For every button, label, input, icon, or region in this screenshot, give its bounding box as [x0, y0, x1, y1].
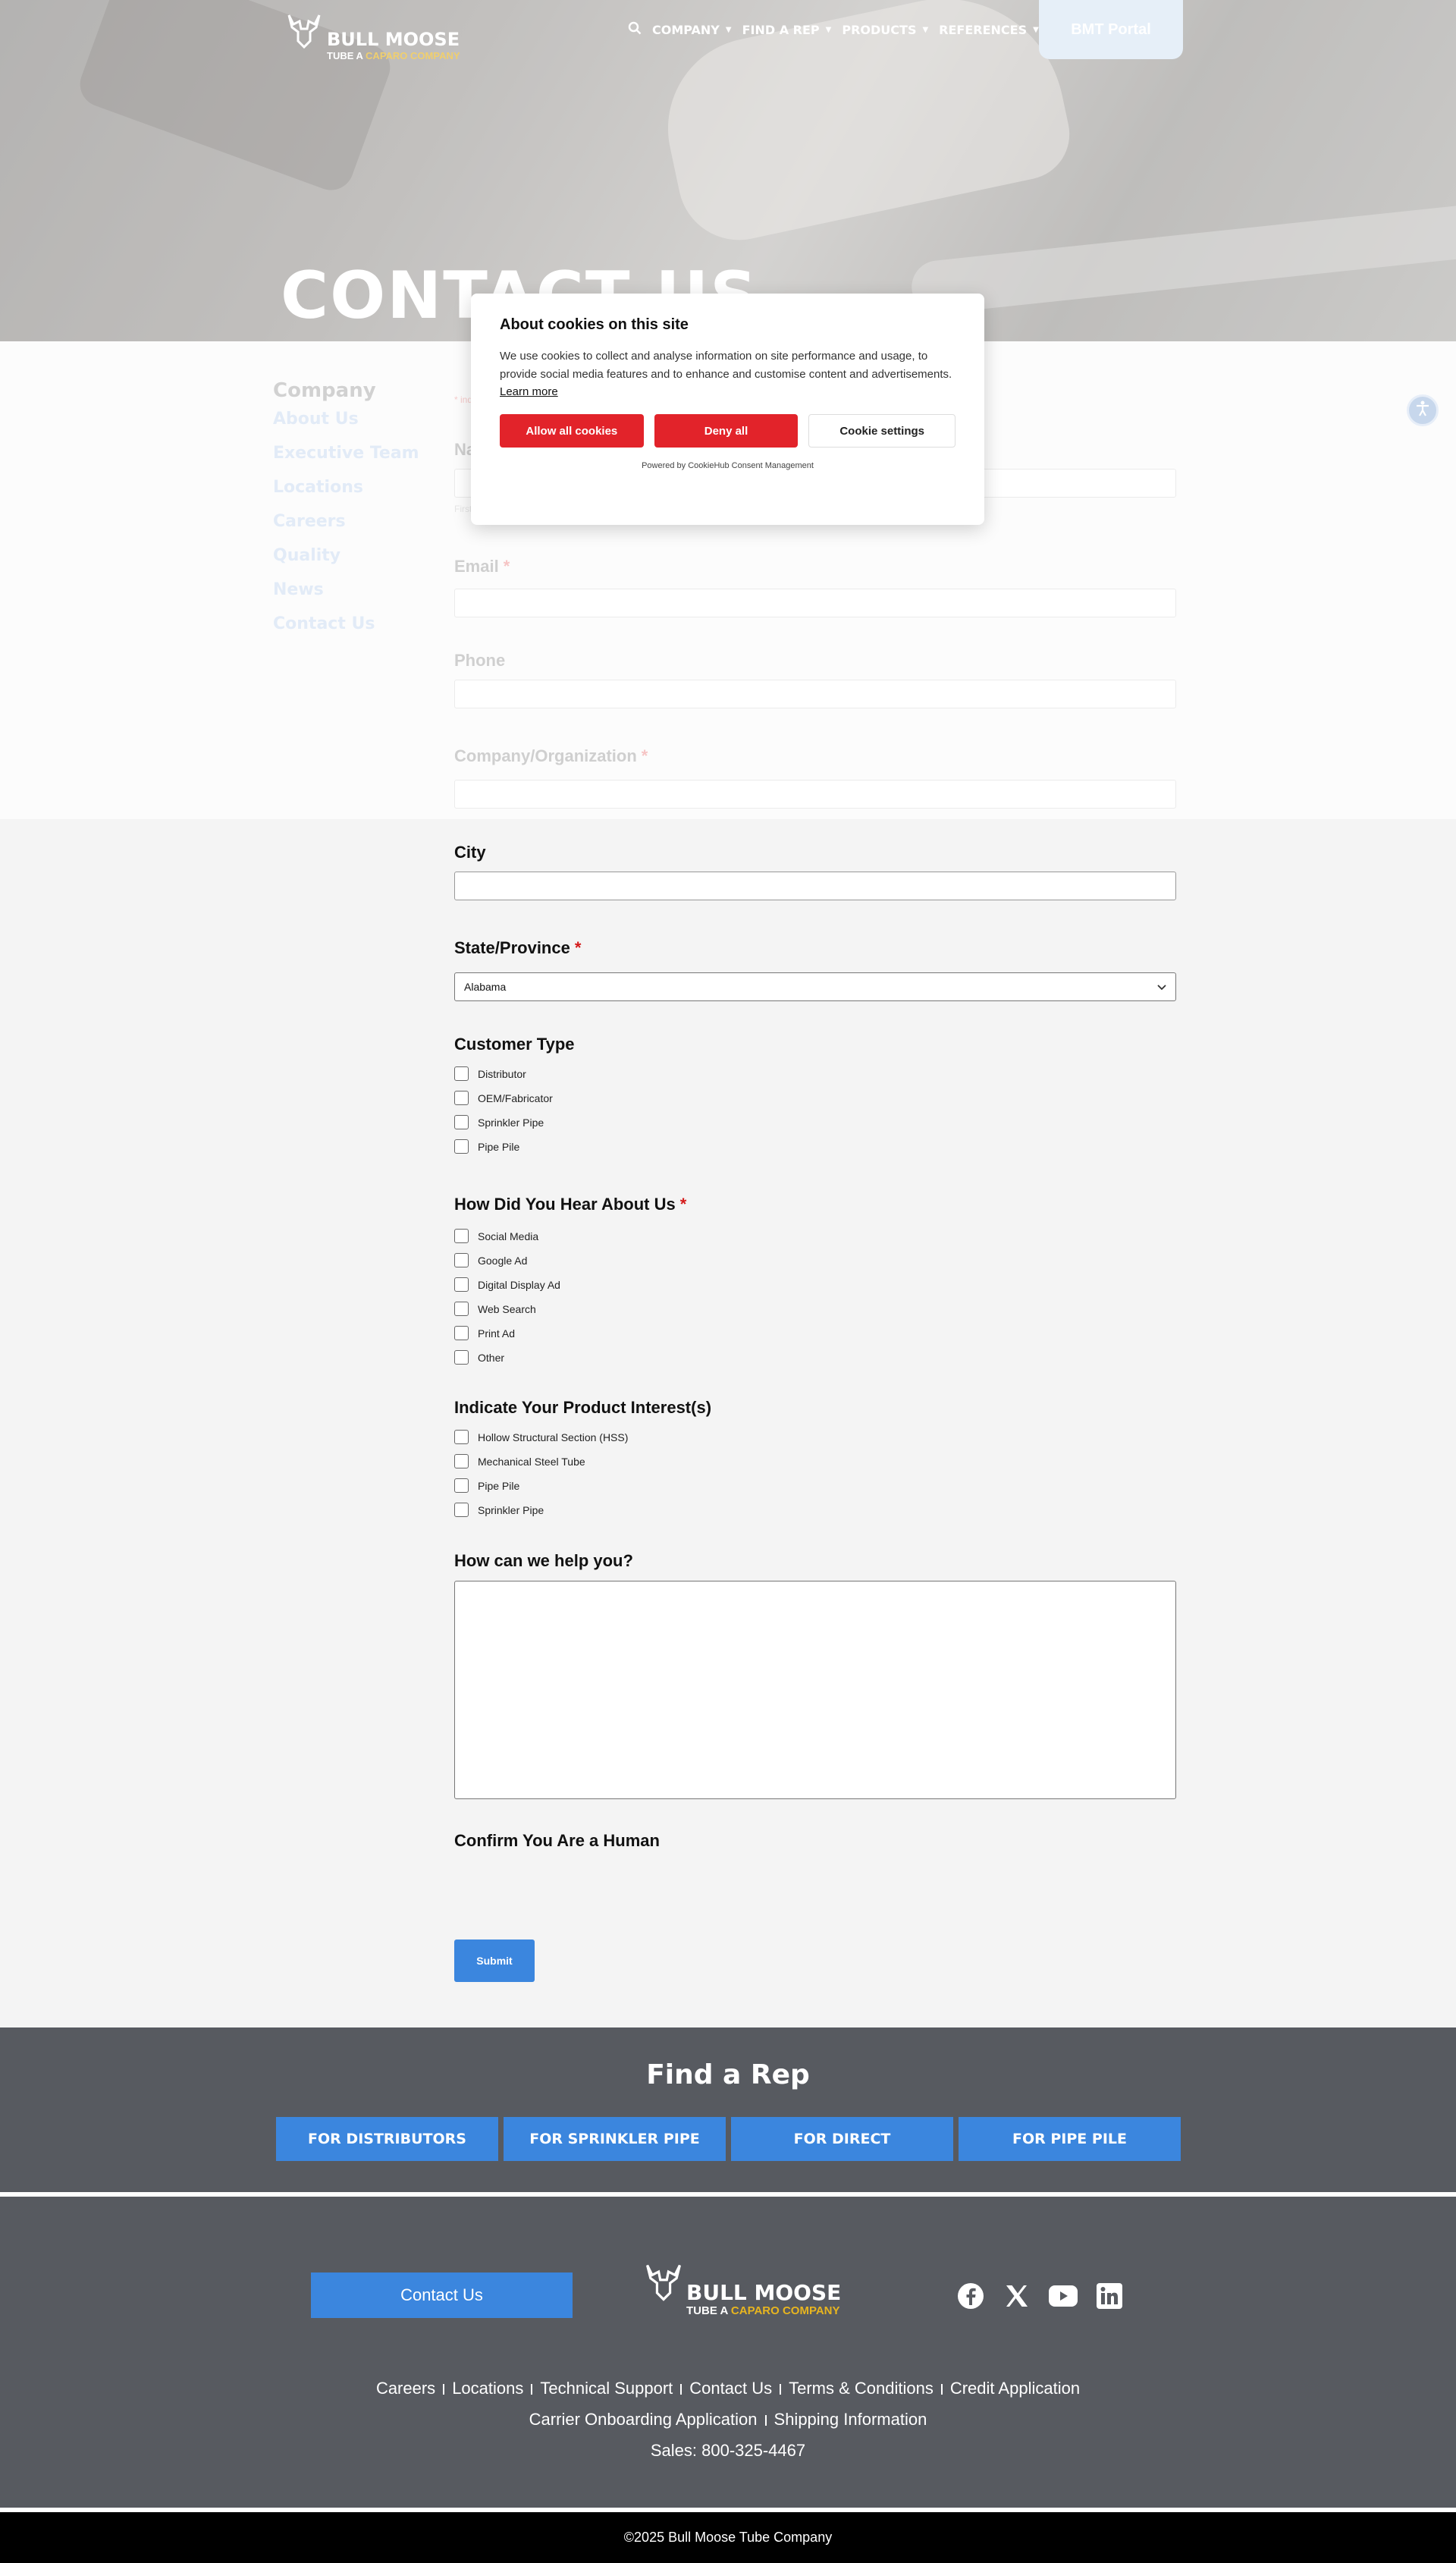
- cookie-consent-dialog: About cookies on this site We use cookie…: [471, 294, 984, 525]
- site-footer: Contact Us BULL MOOSE TUBE A CAPARO COMP…: [0, 2197, 1456, 2508]
- hear-about-label: How Did You Hear About Us *: [454, 1195, 687, 1214]
- copyright-text: ©2025 Bull Moose Tube Company: [623, 2530, 833, 2545]
- checkbox[interactable]: [454, 1229, 469, 1243]
- checkbox-web-search[interactable]: Web Search: [454, 1302, 536, 1316]
- cookie-learn-more-link[interactable]: Learn more: [500, 385, 558, 398]
- cookie-settings-button[interactable]: Cookie settings: [808, 414, 956, 448]
- checkbox-sprinkler-pipe-product[interactable]: Sprinkler Pipe: [454, 1503, 544, 1517]
- city-label: City: [454, 843, 486, 862]
- checkbox-hss[interactable]: Hollow Structural Section (HSS): [454, 1430, 628, 1444]
- checkbox-google-ad[interactable]: Google Ad: [454, 1253, 527, 1267]
- checkbox-pipe-pile[interactable]: Pipe Pile: [454, 1139, 519, 1154]
- footer-links-row-2: Carrier Onboarding Application Shipping I…: [0, 2410, 1456, 2430]
- submit-button[interactable]: Submit: [454, 1940, 535, 1982]
- checkbox-sprinkler-pipe[interactable]: Sprinkler Pipe: [454, 1115, 544, 1129]
- cookie-powered-by: Powered by CookieHub Consent Management: [642, 461, 814, 470]
- x-twitter-icon[interactable]: [1003, 2282, 1031, 2310]
- moose-icon: [646, 2264, 681, 2301]
- product-interest-label: Indicate Your Product Interest(s): [454, 1398, 712, 1417]
- checkbox[interactable]: [454, 1302, 469, 1316]
- for-distributors-button[interactable]: FOR DISTRIBUTORS: [276, 2117, 498, 2161]
- checkbox[interactable]: [454, 1066, 469, 1081]
- for-pipe-pile-button[interactable]: FOR PIPE PILE: [959, 2117, 1181, 2161]
- human-verification-label: Confirm You Are a Human: [454, 1831, 660, 1850]
- copyright-bar: ©2025 Bull Moose Tube Company: [0, 2512, 1456, 2563]
- facebook-icon[interactable]: [956, 2282, 985, 2310]
- footer-link-locations[interactable]: Locations: [452, 2379, 523, 2398]
- footer-links-row-1: Careers Locations Technical Support Contact…: [0, 2379, 1456, 2398]
- checkbox-print-ad[interactable]: Print Ad: [454, 1326, 515, 1340]
- footer-link-carrier-onboarding[interactable]: Carrier Onboarding Application: [529, 2410, 758, 2429]
- checkbox[interactable]: [454, 1253, 469, 1267]
- checkbox[interactable]: [454, 1430, 469, 1444]
- checkbox[interactable]: [454, 1454, 469, 1468]
- checkbox[interactable]: [454, 1326, 469, 1340]
- cookie-body: We use cookies to collect and analyse in…: [500, 350, 952, 381]
- footer-link-terms[interactable]: Terms & Conditions: [789, 2379, 934, 2398]
- footer-link-contact-us[interactable]: Contact Us: [689, 2379, 772, 2398]
- checkbox-other[interactable]: Other: [454, 1350, 504, 1365]
- customer-type-label: Customer Type: [454, 1035, 575, 1054]
- find-a-rep-section: Find a Rep FOR DISTRIBUTORS FOR SPRINKLE…: [0, 2027, 1456, 2192]
- checkbox-digital-display-ad[interactable]: Digital Display Ad: [454, 1277, 560, 1292]
- footer-link-credit-application[interactable]: Credit Application: [950, 2379, 1080, 2398]
- footer-logo[interactable]: BULL MOOSE TUBE A CAPARO COMPANY: [641, 2257, 868, 2326]
- checkbox-mechanical-steel-tube[interactable]: Mechanical Steel Tube: [454, 1454, 585, 1468]
- checkbox[interactable]: [454, 1091, 469, 1105]
- checkbox[interactable]: [454, 1503, 469, 1517]
- footer-link-careers[interactable]: Careers: [376, 2379, 435, 2398]
- footer-contact-button[interactable]: Contact Us: [311, 2272, 573, 2318]
- state-selected-value: Alabama: [464, 981, 507, 993]
- accessibility-button[interactable]: [1407, 394, 1439, 426]
- for-direct-button[interactable]: FOR DIRECT: [731, 2117, 953, 2161]
- checkbox[interactable]: [454, 1350, 469, 1365]
- checkbox[interactable]: [454, 1478, 469, 1493]
- youtube-icon[interactable]: [1049, 2282, 1078, 2310]
- checkbox-pipe-pile-product[interactable]: Pipe Pile: [454, 1478, 519, 1493]
- help-label: How can we help you?: [454, 1551, 633, 1570]
- checkbox-distributor[interactable]: Distributor: [454, 1066, 526, 1081]
- linkedin-icon[interactable]: [1095, 2282, 1124, 2310]
- footer-sales-phone[interactable]: Sales: 800-325-4467: [0, 2441, 1456, 2461]
- checkbox[interactable]: [454, 1115, 469, 1129]
- help-textarea[interactable]: [454, 1581, 1176, 1799]
- footer-logo-sub: TUBE A CAPARO COMPANY: [686, 2304, 840, 2317]
- footer-link-shipping-information[interactable]: Shipping Information: [774, 2410, 927, 2429]
- deny-all-cookies-button[interactable]: Deny all: [654, 414, 799, 448]
- checkbox[interactable]: [454, 1139, 469, 1154]
- allow-all-cookies-button[interactable]: Allow all cookies: [500, 414, 644, 448]
- state-label: State/Province *: [454, 938, 582, 957]
- footer-link-technical-support[interactable]: Technical Support: [540, 2379, 673, 2398]
- state-select[interactable]: Alabama: [454, 972, 1176, 1001]
- checkbox[interactable]: [454, 1277, 469, 1292]
- find-a-rep-title: Find a Rep: [646, 2059, 810, 2090]
- chevron-down-icon: [1157, 981, 1166, 993]
- for-sprinkler-pipe-button[interactable]: FOR SPRINKLER PIPE: [504, 2117, 726, 2161]
- footer-logo-brand: BULL MOOSE: [686, 2280, 842, 2305]
- city-input[interactable]: [454, 872, 1176, 900]
- cookie-title: About cookies on this site: [500, 316, 689, 333]
- checkbox-social-media[interactable]: Social Media: [454, 1229, 538, 1243]
- checkbox-oem-fabricator[interactable]: OEM/Fabricator: [454, 1091, 553, 1105]
- accessibility-icon: [1414, 400, 1431, 421]
